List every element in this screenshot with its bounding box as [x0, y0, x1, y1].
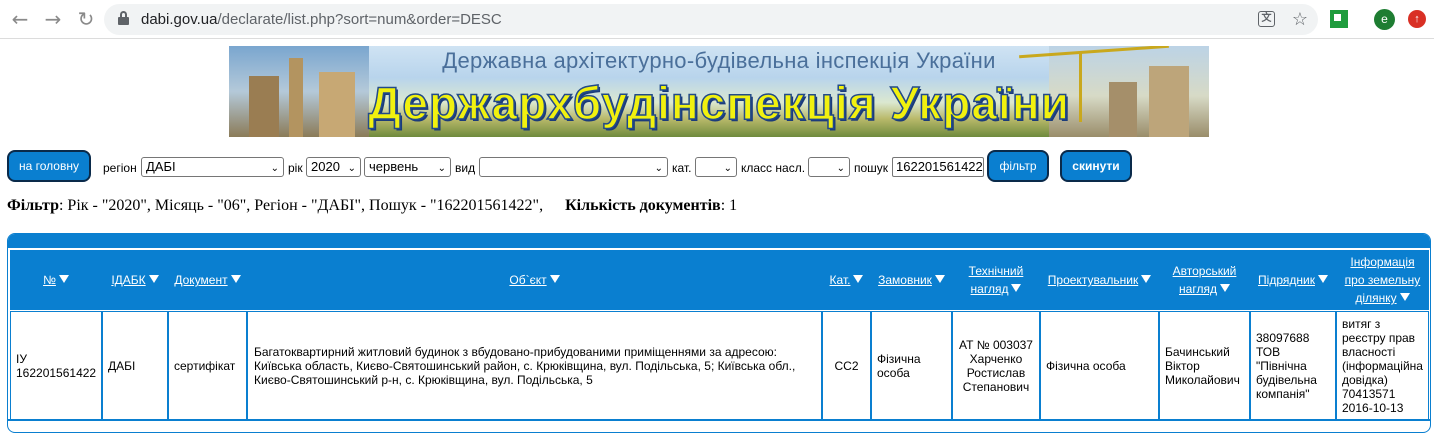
region-label: регіон	[103, 161, 137, 175]
region-select[interactable]: ДАБІ ⌄	[141, 157, 284, 177]
browser-toolbar: ← → ↻ dabi.gov.ua/declarate/list.php?sor…	[0, 0, 1434, 39]
lock-icon[interactable]	[118, 11, 129, 25]
sort-desc-icon[interactable]	[58, 275, 69, 283]
class-label: класс насл.	[741, 161, 806, 175]
month-select[interactable]: червень ⌄	[364, 157, 451, 177]
back-icon[interactable]: ←	[9, 8, 31, 30]
cell-tech-supervision: АТ № 003037 Харченко Ростислав Степанови…	[952, 311, 1040, 420]
cell-land-info: витяг з реєстру прав власності (інформац…	[1336, 311, 1429, 420]
column-header-author-supervision[interactable]: Авторський нагляд	[1159, 250, 1250, 310]
region-value: ДАБІ	[146, 159, 176, 174]
sort-desc-icon[interactable]	[1317, 275, 1328, 283]
class-select[interactable]: ⌄	[808, 157, 850, 177]
sort-link-designer[interactable]: Проектувальник	[1048, 273, 1138, 287]
filter-button[interactable]: фільтр	[987, 150, 1049, 182]
sort-link-contractor[interactable]: Підрядник	[1258, 273, 1315, 287]
document-count-value: : 1	[720, 197, 738, 214]
home-button[interactable]: на головну	[7, 150, 91, 182]
cell-designer: Фізична особа	[1040, 311, 1159, 420]
star-icon[interactable]: ☆	[1290, 9, 1310, 29]
chevron-down-icon: ⌄	[836, 163, 845, 174]
banner-subtitle: Державна архітектурно-будівельна інспекц…	[442, 48, 996, 73]
sort-desc-icon[interactable]	[934, 275, 945, 283]
filter-toolbar: на головну регіон ДАБІ ⌄ рік 2020 ⌄ червен…	[0, 150, 1434, 184]
reset-button[interactable]: скинути	[1060, 150, 1132, 182]
url-text[interactable]: dabi.gov.ua/declarate/list.php?sort=num&…	[141, 11, 502, 28]
cell-object: Багатоквартирний житловий будинок з вбуд…	[247, 311, 822, 420]
avatar[interactable]: e	[1374, 9, 1395, 30]
update-icon[interactable]: ↑	[1408, 10, 1426, 28]
sort-link-category[interactable]: Кат.	[830, 273, 851, 287]
month-value: червень	[369, 159, 419, 174]
chevron-down-icon: ⌄	[437, 163, 446, 174]
column-header-customer[interactable]: Замовник	[871, 250, 952, 310]
chevron-down-icon: ⌄	[347, 163, 356, 174]
sort-desc-icon[interactable]	[1011, 284, 1022, 292]
translate-icon[interactable]: 文	[1258, 11, 1275, 27]
search-input[interactable]: 162201561422	[892, 157, 984, 177]
column-header-document[interactable]: Документ	[168, 250, 247, 310]
table-bottom-bar	[8, 419, 1430, 421]
filter-summary-label: Фільтр	[7, 197, 59, 214]
forward-icon[interactable]: →	[42, 8, 64, 30]
column-header-num[interactable]: №	[10, 250, 102, 310]
cell-category: СС2	[822, 311, 871, 420]
column-header-land-info[interactable]: Інформація про земельну ділянку	[1336, 250, 1429, 310]
year-select[interactable]: 2020 ⌄	[306, 157, 361, 177]
results-table: № ІДАБК Документ Об`єкт Кат. Замовник Те…	[7, 233, 1431, 433]
sort-desc-icon[interactable]	[853, 275, 864, 283]
sort-desc-icon[interactable]	[1141, 275, 1152, 283]
year-value: 2020	[311, 159, 340, 174]
search-label: пошук	[854, 161, 889, 175]
column-header-tech-supervision[interactable]: Технічний нагляд	[952, 250, 1040, 310]
sort-desc-icon[interactable]	[230, 275, 241, 283]
table-top-bar	[8, 234, 1430, 248]
sort-desc-icon[interactable]	[1399, 293, 1410, 301]
sort-link-num[interactable]: №	[43, 273, 56, 287]
chevron-down-icon: ⌄	[723, 163, 732, 174]
column-header-object[interactable]: Об`єкт	[247, 250, 822, 310]
column-header-contractor[interactable]: Підрядник	[1250, 250, 1336, 310]
banner-title: Держархбудінспекція України	[367, 76, 1070, 130]
reload-icon[interactable]: ↻	[75, 8, 97, 30]
year-label: рік	[288, 161, 303, 175]
site-banner: Державна архітектурно-будівельна інспекц…	[229, 46, 1209, 137]
filter-summary: Фільтр: Рік - "2020", Місяць - "06", Рег…	[7, 197, 737, 215]
column-header-idabk[interactable]: ІДАБК	[102, 250, 168, 310]
sort-link-customer[interactable]: Замовник	[878, 273, 932, 287]
category-select[interactable]: ⌄	[695, 157, 737, 177]
cell-contractor: 38097688 ТОВ "Північна будівельна компан…	[1250, 311, 1336, 420]
chevron-down-icon: ⌄	[270, 163, 279, 174]
sort-link-idabk[interactable]: ІДАБК	[111, 273, 145, 287]
extension-icon[interactable]	[1330, 10, 1348, 28]
cell-idabk: ДАБІ	[102, 311, 168, 420]
cell-author-supervision: Бачинський Віктор Миколайович	[1159, 311, 1250, 420]
sort-desc-icon[interactable]	[148, 275, 159, 283]
url-path: /declarate/list.php?sort=num&order=DESC	[217, 11, 502, 28]
cell-customer: Фізична особа	[871, 311, 952, 420]
cell-num: ІУ 162201561422	[10, 311, 102, 420]
sort-link-document[interactable]: Документ	[174, 273, 227, 287]
document-count-label: Кількість документів	[565, 197, 721, 214]
type-select[interactable]: ⌄	[479, 157, 668, 177]
url-host: dabi.gov.ua	[141, 11, 218, 28]
filter-summary-text: : Рік - "2020", Місяць - "06", Регіон - …	[58, 197, 544, 214]
column-header-category[interactable]: Кат.	[822, 250, 871, 310]
category-label: кат.	[672, 161, 692, 175]
column-header-designer[interactable]: Проектувальник	[1040, 250, 1159, 310]
type-label: вид	[455, 161, 476, 175]
sort-desc-icon[interactable]	[549, 275, 560, 283]
chevron-down-icon: ⌄	[654, 163, 663, 174]
cell-document: сертифікат	[168, 311, 247, 420]
sort-desc-icon[interactable]	[1219, 284, 1230, 292]
sort-link-object[interactable]: Об`єкт	[509, 273, 546, 287]
